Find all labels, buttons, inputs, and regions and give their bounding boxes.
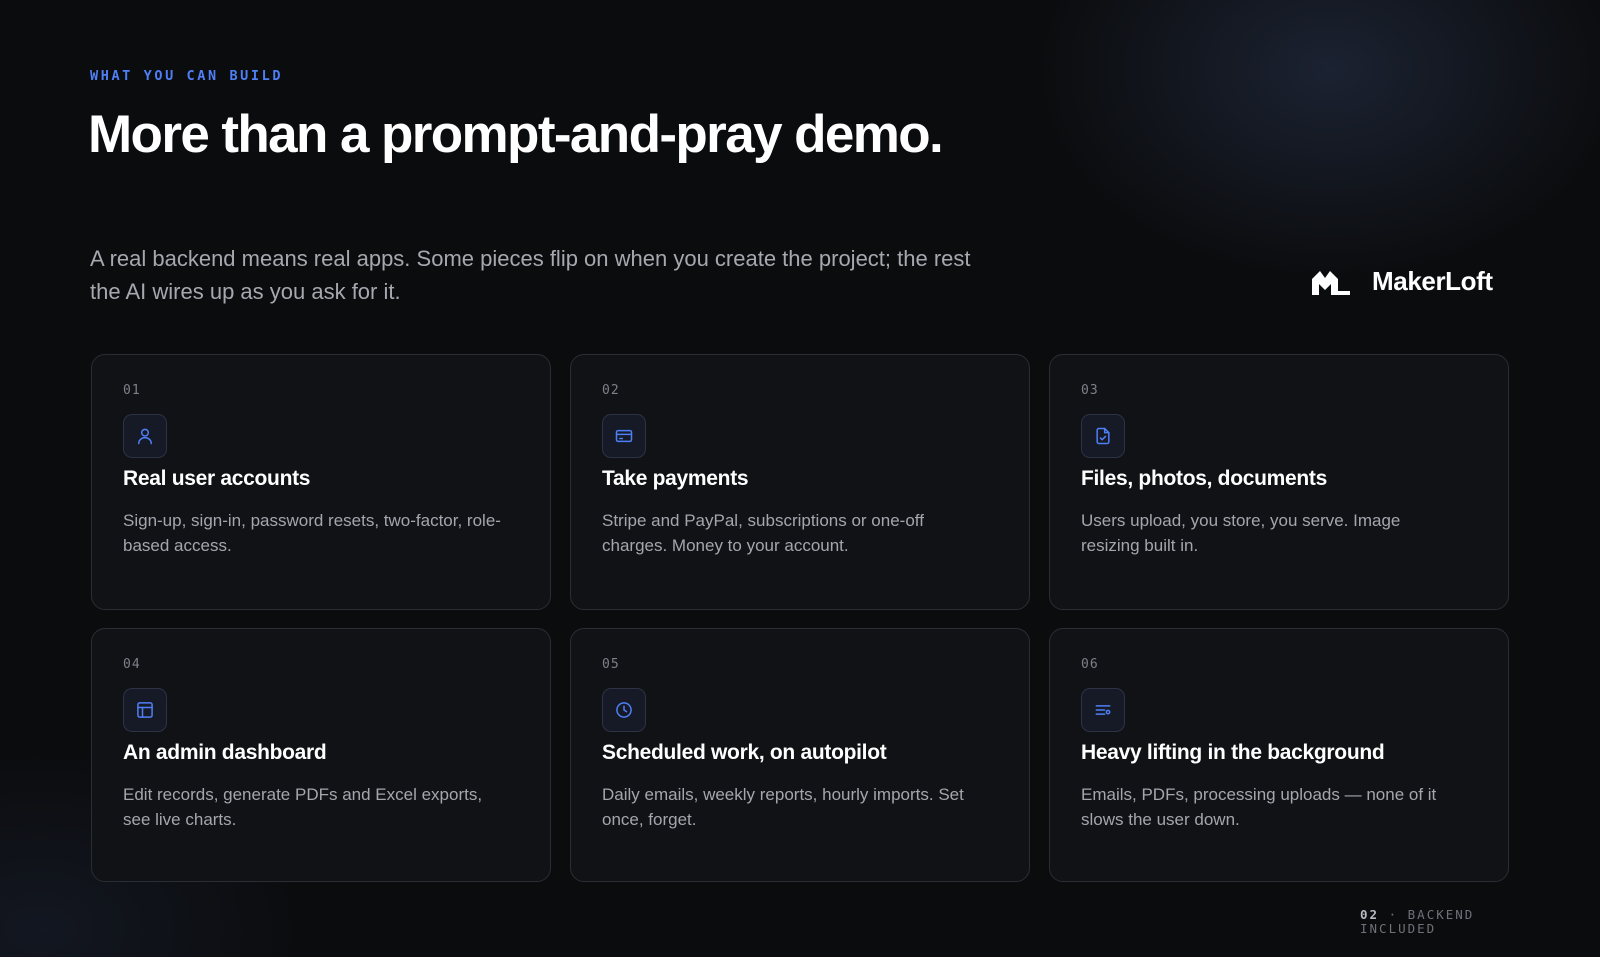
clock-icon (616, 702, 632, 718)
feature-number: 05 (602, 657, 620, 672)
feature-icon-tile (1081, 688, 1125, 732)
feature-number: 01 (123, 383, 141, 398)
feature-description: Sign-up, sign-in, password resets, two-f… (123, 511, 501, 555)
feature-number: 06 (1081, 657, 1099, 672)
feature-icon-tile (602, 414, 646, 458)
page-title: More than a prompt-and-pray demo. (88, 105, 944, 164)
list-settings-icon (1095, 705, 1111, 715)
feature-card-admin-dashboard: 04 An admin dashboard Edit records, gene… (91, 628, 551, 882)
user-icon (138, 428, 152, 445)
intro-paragraph: A real backend means real apps. Some pie… (90, 246, 971, 304)
feature-description: Daily emails, weekly reports, hourly imp… (602, 785, 964, 829)
feature-card-user-accounts: 01 Real user accounts Sign-up, sign-in, … (91, 354, 551, 610)
file-check-icon (1096, 427, 1110, 445)
feature-icon-tile (1081, 414, 1125, 458)
feature-icon-tile (123, 688, 167, 732)
feature-title: Real user accounts (123, 467, 311, 490)
feature-description: Users upload, you store, you serve. Imag… (1081, 511, 1401, 555)
feature-description: Edit records, generate PDFs and Excel ex… (123, 785, 483, 829)
slide-footer-tag: 02 · BACKEND INCLUDED (1360, 908, 1520, 936)
brand-name: MakerLoft (1372, 266, 1493, 296)
feature-card-files: 03 Files, photos, documents Users upload… (1049, 354, 1509, 610)
brand-lockup: MakerLoft (1310, 266, 1493, 297)
feature-card-payments: 02 Take payments Stripe and PayPal, subs… (570, 354, 1030, 610)
feature-number: 02 (602, 383, 620, 398)
feature-description: Stripe and PayPal, subscriptions or one-… (602, 511, 924, 555)
section-eyebrow: WHAT YOU CAN BUILD (90, 68, 284, 84)
slide-number: 02 (1360, 907, 1380, 922)
feature-title: Heavy lifting in the background (1081, 741, 1385, 764)
feature-grid: 01 Real user accounts Sign-up, sign-in, … (91, 354, 1510, 882)
ml-monogram-icon (1312, 270, 1350, 295)
feature-icon-tile (123, 414, 167, 458)
feature-card-background-jobs: 06 Heavy lifting in the background Email… (1049, 628, 1509, 882)
credit-card-icon (615, 429, 633, 443)
feature-card-scheduled-work: 05 Scheduled work, on autopilot Daily em… (570, 628, 1030, 882)
feature-icon-tile (602, 688, 646, 732)
layout-panel-icon (137, 702, 153, 718)
feature-number: 03 (1081, 383, 1099, 398)
feature-title: Take payments (602, 467, 749, 490)
feature-title: An admin dashboard (123, 741, 327, 764)
feature-description: Emails, PDFs, processing uploads — none … (1081, 785, 1437, 829)
feature-title: Scheduled work, on autopilot (602, 741, 887, 764)
feature-number: 04 (123, 657, 141, 672)
feature-title: Files, photos, documents (1081, 467, 1327, 490)
footer-separator: · (1388, 907, 1399, 922)
